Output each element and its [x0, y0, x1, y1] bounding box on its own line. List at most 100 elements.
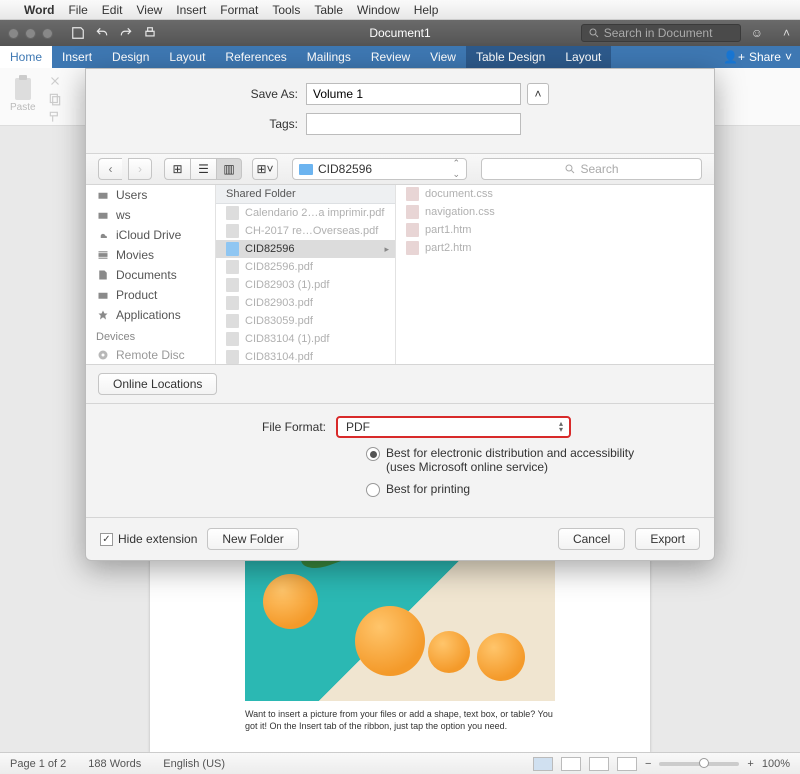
file-row[interactable]: CID83059.pdf	[216, 312, 395, 330]
app-menu[interactable]: Word	[24, 3, 54, 17]
share-button[interactable]: 👤+Share˅	[715, 46, 800, 68]
tab-insert[interactable]: Insert	[52, 46, 102, 68]
radio-printing[interactable]	[366, 483, 380, 497]
sidebar-item-label: Users	[116, 188, 147, 202]
cut-icon[interactable]	[48, 74, 62, 88]
account-icon[interactable]: ☺	[751, 26, 763, 40]
sidebar-item[interactable]: Documents	[86, 265, 215, 285]
file-row[interactable]: CID83104 (1).pdf	[216, 330, 395, 348]
sidebar-item[interactable]: Movies	[86, 245, 215, 265]
undo-icon[interactable]	[95, 26, 109, 40]
tags-field[interactable]	[306, 113, 521, 135]
file-row[interactable]: CID82903.pdf	[216, 294, 395, 312]
back-button[interactable]: ‹	[98, 158, 122, 180]
redo-icon[interactable]	[119, 26, 133, 40]
file-row[interactable]: CID83104.pdf	[216, 348, 395, 364]
page-indicator[interactable]: Page 1 of 2	[10, 758, 66, 770]
tab-view[interactable]: View	[420, 46, 466, 68]
forward-button[interactable]: ›	[128, 158, 152, 180]
sidebar-item[interactable]: iCloud Drive	[86, 225, 215, 245]
file-row[interactable]: CID82903 (1).pdf	[216, 276, 395, 294]
zoom-icon[interactable]	[42, 28, 53, 39]
word-count[interactable]: 188 Words	[88, 758, 141, 770]
file-name: CID83059.pdf	[245, 315, 313, 327]
body-text[interactable]: Want to insert a picture from your files…	[150, 701, 650, 732]
sidebar-item[interactable]: Users	[86, 185, 215, 205]
tab-references[interactable]: References	[215, 46, 296, 68]
file-icon	[226, 206, 239, 220]
draft-view-icon[interactable]	[617, 757, 637, 771]
sidebar-item[interactable]: Remote Disc	[86, 345, 215, 364]
file-row[interactable]: CID82596.pdf	[216, 258, 395, 276]
language-indicator[interactable]: English (US)	[163, 758, 225, 770]
file-row[interactable]: navigation.css	[396, 203, 714, 221]
browser-toolbar: ‹ › ⊞ ☰ ▥ ⊞˅ CID82596 ⌃⌄ Search	[86, 153, 714, 185]
tab-table-design[interactable]: Table Design	[466, 46, 555, 68]
new-folder-button[interactable]: New Folder	[207, 528, 298, 550]
column-view-icon[interactable]: ▥	[216, 158, 242, 180]
tab-layout[interactable]: Layout	[159, 46, 215, 68]
cancel-button[interactable]: Cancel	[558, 528, 625, 550]
format-painter-icon[interactable]	[48, 110, 62, 124]
outline-view-icon[interactable]	[589, 757, 609, 771]
sidebar-item[interactable]: Applications	[86, 305, 215, 325]
collapse-button[interactable]: ˄	[527, 83, 549, 105]
browser-search[interactable]: Search	[481, 158, 702, 180]
export-button[interactable]: Export	[635, 528, 700, 550]
menu-window[interactable]: Window	[357, 3, 400, 17]
print-layout-view-icon[interactable]	[533, 757, 553, 771]
paste-label[interactable]: Paste	[10, 102, 36, 113]
sidebar-item[interactable]: Product	[86, 285, 215, 305]
menu-view[interactable]: View	[136, 3, 162, 17]
file-format-dropdown[interactable]: PDF ▴▾	[336, 416, 571, 438]
file-icon	[226, 278, 239, 292]
location-dropdown[interactable]: CID82596 ⌃⌄	[292, 158, 467, 180]
print-icon[interactable]	[143, 26, 157, 40]
menu-tools[interactable]: Tools	[272, 3, 300, 17]
file-row[interactable]: Calendario 2…a imprimir.pdf	[216, 204, 395, 222]
tab-home[interactable]: Home	[0, 46, 52, 68]
disc-icon	[96, 349, 110, 361]
icon-view-icon[interactable]: ⊞	[164, 158, 190, 180]
tab-mailings[interactable]: Mailings	[297, 46, 361, 68]
copy-icon[interactable]	[48, 92, 62, 106]
sidebar-item[interactable]: ws	[86, 205, 215, 225]
chevron-up-icon[interactable]: ˄	[783, 26, 790, 40]
radio-electronic[interactable]	[366, 447, 380, 461]
close-icon[interactable]	[8, 28, 19, 39]
file-row[interactable]: CID82596	[216, 240, 395, 258]
menu-format[interactable]: Format	[220, 3, 258, 17]
menu-insert[interactable]: Insert	[176, 3, 206, 17]
file-icon	[226, 260, 239, 274]
online-locations-button[interactable]: Online Locations	[98, 373, 217, 395]
file-row[interactable]: CH-2017 re…Overseas.pdf	[216, 222, 395, 240]
tab-table-layout[interactable]: Layout	[555, 46, 611, 68]
menu-help[interactable]: Help	[414, 3, 439, 17]
zoom-in-icon[interactable]: +	[747, 758, 753, 770]
menu-table[interactable]: Table	[314, 3, 343, 17]
file-row[interactable]: part1.htm	[396, 221, 714, 239]
zoom-slider[interactable]	[659, 762, 739, 766]
group-dropdown[interactable]: ⊞˅	[252, 158, 278, 180]
zoom-out-icon[interactable]: −	[645, 758, 651, 770]
chevron-down-icon: ⌃⌄	[452, 158, 460, 180]
sidebar-item-label: Applications	[116, 308, 181, 322]
mac-menubar: Word File Edit View Insert Format Tools …	[0, 0, 800, 20]
tab-review[interactable]: Review	[361, 46, 420, 68]
save-as-field[interactable]	[306, 83, 521, 105]
tab-design[interactable]: Design	[102, 46, 159, 68]
sidebar-item-label: Documents	[116, 268, 177, 282]
minimize-icon[interactable]	[25, 28, 36, 39]
file-icon	[226, 296, 239, 310]
zoom-level[interactable]: 100%	[762, 758, 790, 770]
menu-edit[interactable]: Edit	[102, 3, 123, 17]
search-in-document[interactable]: Search in Document	[581, 24, 741, 42]
web-layout-view-icon[interactable]	[561, 757, 581, 771]
hide-extension-checkbox[interactable]: ✓Hide extension	[100, 532, 197, 546]
menu-file[interactable]: File	[68, 3, 87, 17]
file-row[interactable]: document.css	[396, 185, 714, 203]
list-view-icon[interactable]: ☰	[190, 158, 216, 180]
hide-extension-label: Hide extension	[118, 532, 197, 546]
file-row[interactable]: part2.htm	[396, 239, 714, 257]
save-icon[interactable]	[71, 26, 85, 40]
